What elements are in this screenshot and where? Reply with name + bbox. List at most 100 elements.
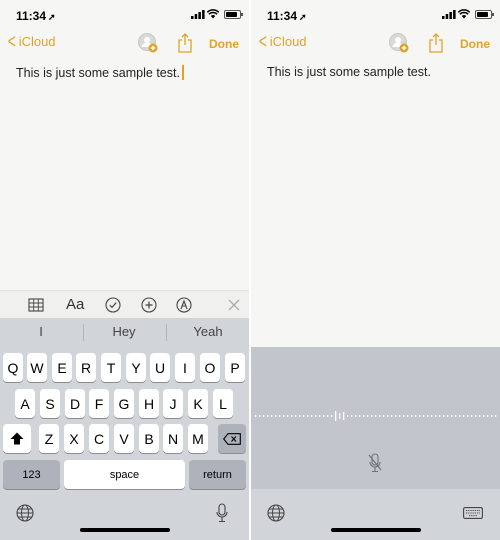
chevron-left-icon: < [258, 30, 267, 53]
key-v[interactable]: V [114, 424, 134, 453]
key-d[interactable]: D [65, 389, 85, 418]
shift-key[interactable] [3, 424, 31, 453]
add-person-icon[interactable] [389, 33, 409, 53]
text-cursor [181, 65, 184, 80]
note-body[interactable]: This is just some sample test. [16, 65, 184, 80]
text-style-button[interactable]: Aa [66, 296, 84, 313]
close-icon[interactable] [226, 297, 242, 313]
plus-circle-icon[interactable] [141, 297, 157, 313]
back-label: iCloud [18, 34, 56, 49]
key-m[interactable]: M [188, 424, 208, 453]
signal-icon [191, 10, 205, 19]
key-n[interactable]: N [163, 424, 183, 453]
globe-icon[interactable] [267, 504, 285, 522]
globe-icon[interactable] [16, 504, 34, 522]
backspace-key[interactable] [218, 424, 246, 453]
share-icon[interactable] [177, 33, 193, 53]
key-s[interactable]: S [40, 389, 60, 418]
waveform-bar [447, 415, 449, 417]
home-indicator [80, 528, 170, 532]
prediction-item[interactable]: Yeah [168, 324, 248, 339]
dictation-panel [251, 347, 500, 540]
waveform-bar [395, 415, 397, 417]
keyboard-icon[interactable] [463, 507, 483, 519]
waveform-bar [491, 415, 493, 417]
share-icon[interactable] [428, 33, 444, 53]
waveform-bar [323, 415, 325, 417]
waveform-bar [399, 415, 401, 417]
table-icon[interactable] [28, 297, 44, 313]
waveform-bar [267, 415, 269, 417]
waveform-bar [375, 415, 377, 417]
dictation-waveform [255, 411, 497, 421]
microphone-slash-icon[interactable] [367, 453, 383, 473]
prediction-item[interactable]: I [1, 324, 81, 339]
microphone-icon[interactable] [216, 503, 228, 523]
key-g[interactable]: G [114, 389, 134, 418]
phone-dictation-view: 11:34 ➚ < iCloud Done This is just some sa… [251, 0, 500, 540]
prediction-divider [166, 324, 167, 341]
numbers-key[interactable]: 123 [3, 460, 60, 489]
signal-icon [442, 10, 456, 19]
key-o[interactable]: O [200, 353, 220, 382]
key-f[interactable]: F [89, 389, 109, 418]
key-w[interactable]: W [27, 353, 47, 382]
key-b[interactable]: B [139, 424, 159, 453]
key-e[interactable]: E [52, 353, 72, 382]
key-l[interactable]: L [213, 389, 233, 418]
key-u[interactable]: U [150, 353, 170, 382]
waveform-bar [479, 415, 481, 417]
key-a[interactable]: A [15, 389, 35, 418]
nav-bar: < iCloud Done [0, 30, 249, 58]
key-q[interactable]: Q [3, 353, 23, 382]
key-j[interactable]: J [163, 389, 183, 418]
add-person-icon[interactable] [138, 33, 158, 53]
prediction-bar: I Hey Yeah [0, 318, 249, 346]
waveform-bar [299, 415, 301, 417]
done-button[interactable]: Done [209, 37, 239, 51]
location-icon: ➚ [299, 12, 307, 22]
waveform-bar [327, 415, 329, 417]
waveform-bar [451, 415, 453, 417]
back-button[interactable]: < iCloud [6, 32, 56, 52]
prediction-item[interactable]: Hey [84, 324, 164, 339]
waveform-bar [371, 415, 373, 417]
note-body[interactable]: This is just some sample test. [267, 65, 431, 79]
waveform-bar [411, 415, 413, 417]
wifi-icon [207, 9, 219, 19]
waveform-bar [415, 415, 417, 417]
markup-icon[interactable] [176, 297, 192, 313]
space-key[interactable]: space [64, 460, 185, 489]
waveform-bar [407, 415, 409, 417]
done-button[interactable]: Done [460, 37, 490, 51]
waveform-bar [431, 415, 433, 417]
key-z[interactable]: Z [39, 424, 59, 453]
waveform-bar [391, 415, 393, 417]
waveform-bar [259, 415, 261, 417]
status-bar: 11:34 ➚ [251, 0, 500, 30]
key-c[interactable]: C [89, 424, 109, 453]
key-p[interactable]: P [225, 353, 245, 382]
key-r[interactable]: R [76, 353, 96, 382]
waveform-bar [279, 415, 281, 417]
keyboard: I Hey Yeah Q W E R T Y U I O P A S D F G… [0, 318, 249, 540]
waveform-bar [483, 415, 485, 417]
nav-bar: < iCloud Done [251, 30, 500, 58]
back-button[interactable]: < iCloud [257, 30, 307, 53]
key-y[interactable]: Y [126, 353, 146, 382]
checklist-icon[interactable] [105, 297, 121, 313]
key-x[interactable]: X [64, 424, 84, 453]
waveform-bar [435, 415, 437, 417]
waveform-bar [363, 415, 365, 417]
return-key[interactable]: return [189, 460, 246, 489]
dictation-pane [251, 347, 500, 489]
waveform-bar [275, 415, 277, 417]
key-t[interactable]: T [101, 353, 121, 382]
waveform-bar [367, 415, 369, 417]
keyboard-bottom-bar [0, 490, 249, 540]
status-bar: 11:34 ➚ [0, 0, 249, 30]
key-i[interactable]: I [175, 353, 195, 382]
key-h[interactable]: H [139, 389, 159, 418]
waveform-bar [467, 415, 469, 417]
key-k[interactable]: K [188, 389, 208, 418]
